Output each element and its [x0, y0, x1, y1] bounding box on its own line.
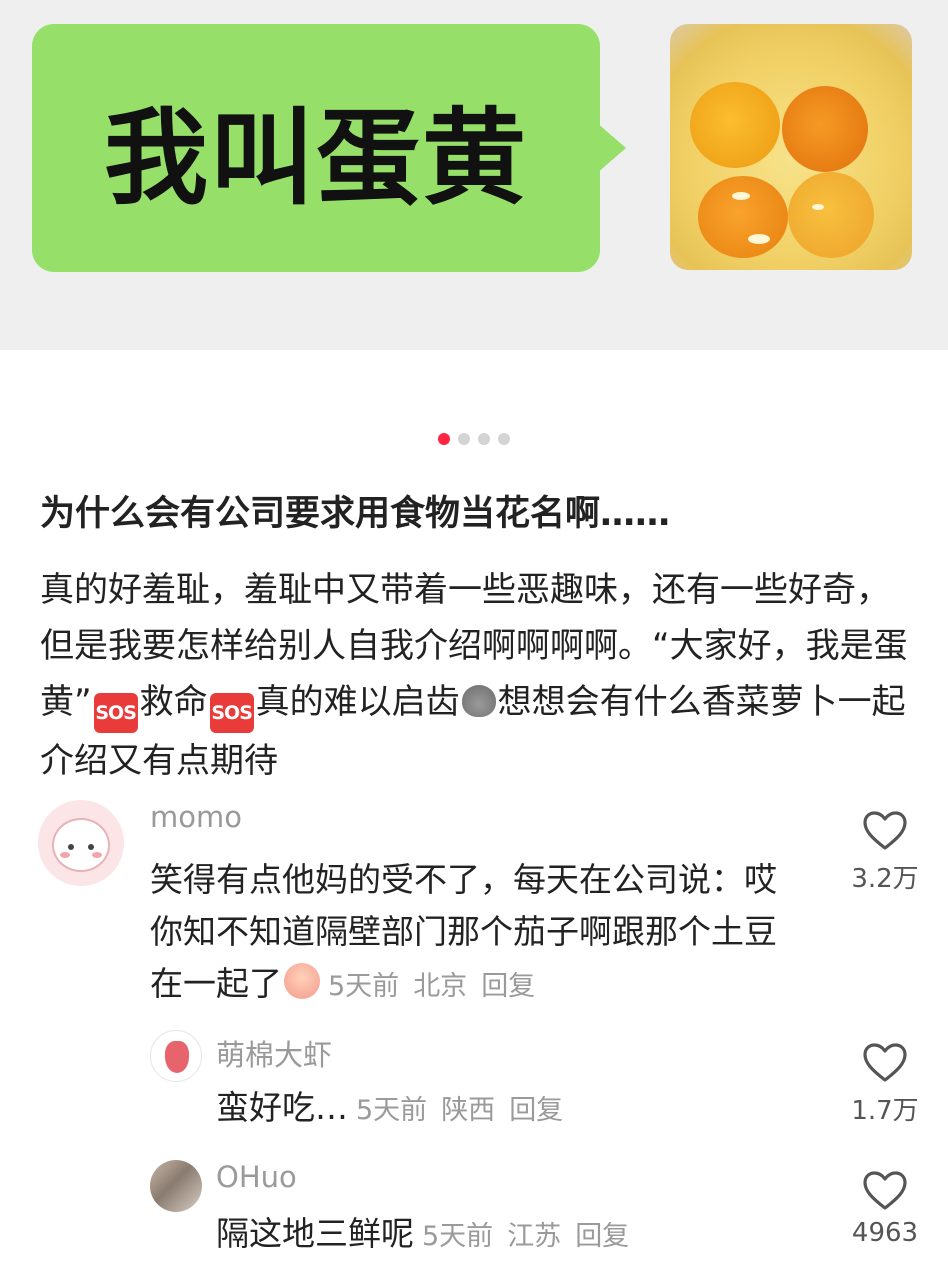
reply-button[interactable]: 回复: [481, 971, 535, 1002]
post-body-text: 救命: [139, 682, 208, 722]
comment-time: 5天前: [422, 1221, 494, 1252]
post-body-text: 真的难以启齿: [255, 682, 460, 722]
bubble-text: 我叫蛋黄: [103, 96, 528, 219]
avatar[interactable]: [150, 1160, 202, 1212]
avatar[interactable]: [150, 1030, 202, 1082]
comment-body: 蛮好吃…: [216, 1088, 348, 1127]
comment-username[interactable]: OHuo: [216, 1160, 297, 1194]
heart-icon: [863, 811, 907, 850]
heart-icon: [863, 1171, 907, 1210]
image-carousel[interactable]: 我叫蛋黄: [0, 0, 948, 350]
like-count: 1.7万: [851, 1096, 919, 1126]
comment-text: 笑得有点他妈的受不了，每天在公司说：哎你知不知道隔壁部门那个茄子啊跟那个土豆在一…: [150, 854, 790, 1013]
post-detail-page: 我叫蛋黄 为什么会有公司要求用食物当花名啊…… 真的好羞耻，羞耻中又带着一些恶趣…: [0, 0, 948, 1271]
carousel-dot[interactable]: [458, 433, 470, 445]
poop-emoji-icon: [461, 685, 496, 717]
sos-emoji-icon: SOS: [93, 693, 138, 733]
like-button[interactable]: 4963: [845, 1170, 925, 1248]
heart-icon: [863, 1043, 907, 1082]
comment-text: 隔这地三鲜呢 5天前 江苏 回复: [216, 1208, 816, 1263]
comment-time: 5天前: [328, 971, 400, 1002]
crying-laughing-icon: [284, 963, 320, 999]
comment-location: 北京: [413, 971, 468, 1002]
carousel-page-indicator: [0, 433, 948, 445]
comment-username[interactable]: 萌棉大虾: [216, 1032, 332, 1074]
comment-location: 陕西: [441, 1095, 496, 1126]
post-body: 真的好羞耻，羞耻中又带着一些恶趣味，还有一些好奇，但是我要怎样给别人自我介绍啊啊…: [40, 562, 920, 789]
post-title: 为什么会有公司要求用食物当花名啊……: [40, 494, 671, 534]
chat-bubble: 我叫蛋黄: [32, 24, 626, 272]
comment-location: 江苏: [507, 1221, 562, 1252]
reply-button[interactable]: 回复: [509, 1095, 563, 1126]
reply-button[interactable]: 回复: [575, 1221, 629, 1252]
comment-meta: 5天前 北京 回复: [328, 971, 549, 1002]
carousel-dot[interactable]: [498, 433, 510, 445]
carousel-dot[interactable]: [478, 433, 490, 445]
comment-meta: 5天前 江苏 回复: [422, 1221, 643, 1252]
sos-emoji-icon: SOS: [209, 693, 254, 733]
comment-body: 隔这地三鲜呢: [216, 1214, 414, 1253]
comment-text: 蛮好吃… 5天前 陕西 回复: [216, 1082, 816, 1137]
like-count: 3.2万: [851, 864, 919, 894]
comment-username[interactable]: momo: [150, 800, 242, 834]
like-button[interactable]: 1.7万: [845, 1042, 925, 1127]
carousel-dot-active[interactable]: [438, 433, 450, 445]
like-button[interactable]: 3.2万: [845, 810, 925, 895]
like-count: 4963: [851, 1218, 919, 1248]
egg-yolks-photo: [670, 24, 912, 270]
comment-time: 5天前: [356, 1095, 428, 1126]
comment-meta: 5天前 陕西 回复: [356, 1095, 577, 1126]
avatar[interactable]: [38, 800, 124, 886]
